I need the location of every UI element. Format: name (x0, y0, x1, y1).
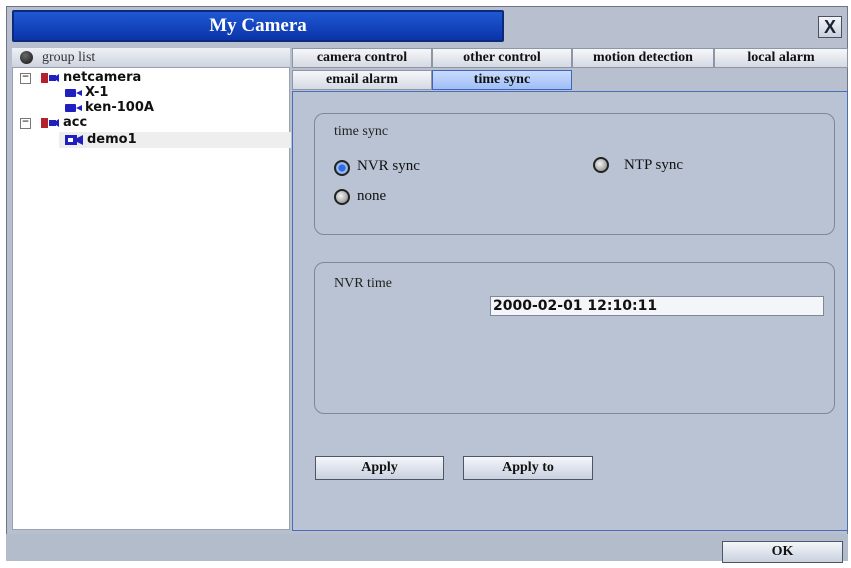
collapse-icon[interactable]: − (20, 73, 31, 84)
tab-local-alarm[interactable]: local alarm (714, 48, 848, 68)
tree-camera-demo1[interactable]: demo1 (59, 132, 291, 148)
group-list-header: group list (12, 48, 290, 68)
camera-selected-icon (65, 135, 83, 145)
camera-icon (65, 103, 83, 113)
tab-motion-detection[interactable]: motion detection (572, 48, 714, 68)
nvr-time-label: NVR time (334, 276, 392, 291)
tab-camera-control[interactable]: camera control (292, 48, 432, 68)
tree-camera-ken-100a[interactable]: ken-100A (13, 100, 283, 116)
tree-group-label: netcamera (63, 70, 142, 85)
ntp-sync-label: NTP sync (624, 157, 684, 173)
tree-camera-label: ken-100A (85, 100, 154, 115)
tree-group-label: acc (63, 115, 88, 130)
tree-camera-label: demo1 (87, 132, 137, 147)
ok-button[interactable]: OK (722, 541, 843, 563)
device-tree: − netcamera X-1 ken-100A − acc demo1 (12, 68, 291, 530)
nvr-sync-label: NVR sync (357, 158, 420, 174)
tree-camera-x1[interactable]: X-1 (13, 85, 283, 101)
close-button[interactable]: X (818, 16, 842, 38)
none-label: none (357, 188, 387, 204)
tree-camera-label: X-1 (85, 85, 109, 100)
tab-time-sync[interactable]: time sync (432, 70, 572, 90)
nvr-time-groupbox (314, 262, 835, 414)
collapse-icon[interactable]: − (20, 118, 31, 129)
camera-icon (65, 88, 83, 98)
camera-group-icon (41, 73, 59, 83)
group-list-icon (20, 51, 33, 64)
tree-group-acc[interactable]: − acc (13, 115, 283, 131)
time-sync-group-label: time sync (334, 124, 389, 139)
apply-button[interactable]: Apply (315, 456, 444, 480)
window-title: My Camera (12, 10, 504, 42)
group-list-label: group list (42, 50, 96, 65)
tab-other-control[interactable]: other control (432, 48, 572, 68)
nvr-time-field[interactable]: 2000-02-01 12:10:11 (490, 296, 824, 316)
nvr-sync-radio[interactable] (334, 160, 350, 176)
apply-to-button[interactable]: Apply to (463, 456, 593, 480)
none-radio[interactable] (334, 189, 350, 205)
camera-group-icon (41, 118, 59, 128)
tree-group-netcamera[interactable]: − netcamera (13, 70, 283, 86)
ntp-sync-radio[interactable] (593, 157, 609, 173)
tab-email-alarm[interactable]: email alarm (292, 70, 432, 90)
